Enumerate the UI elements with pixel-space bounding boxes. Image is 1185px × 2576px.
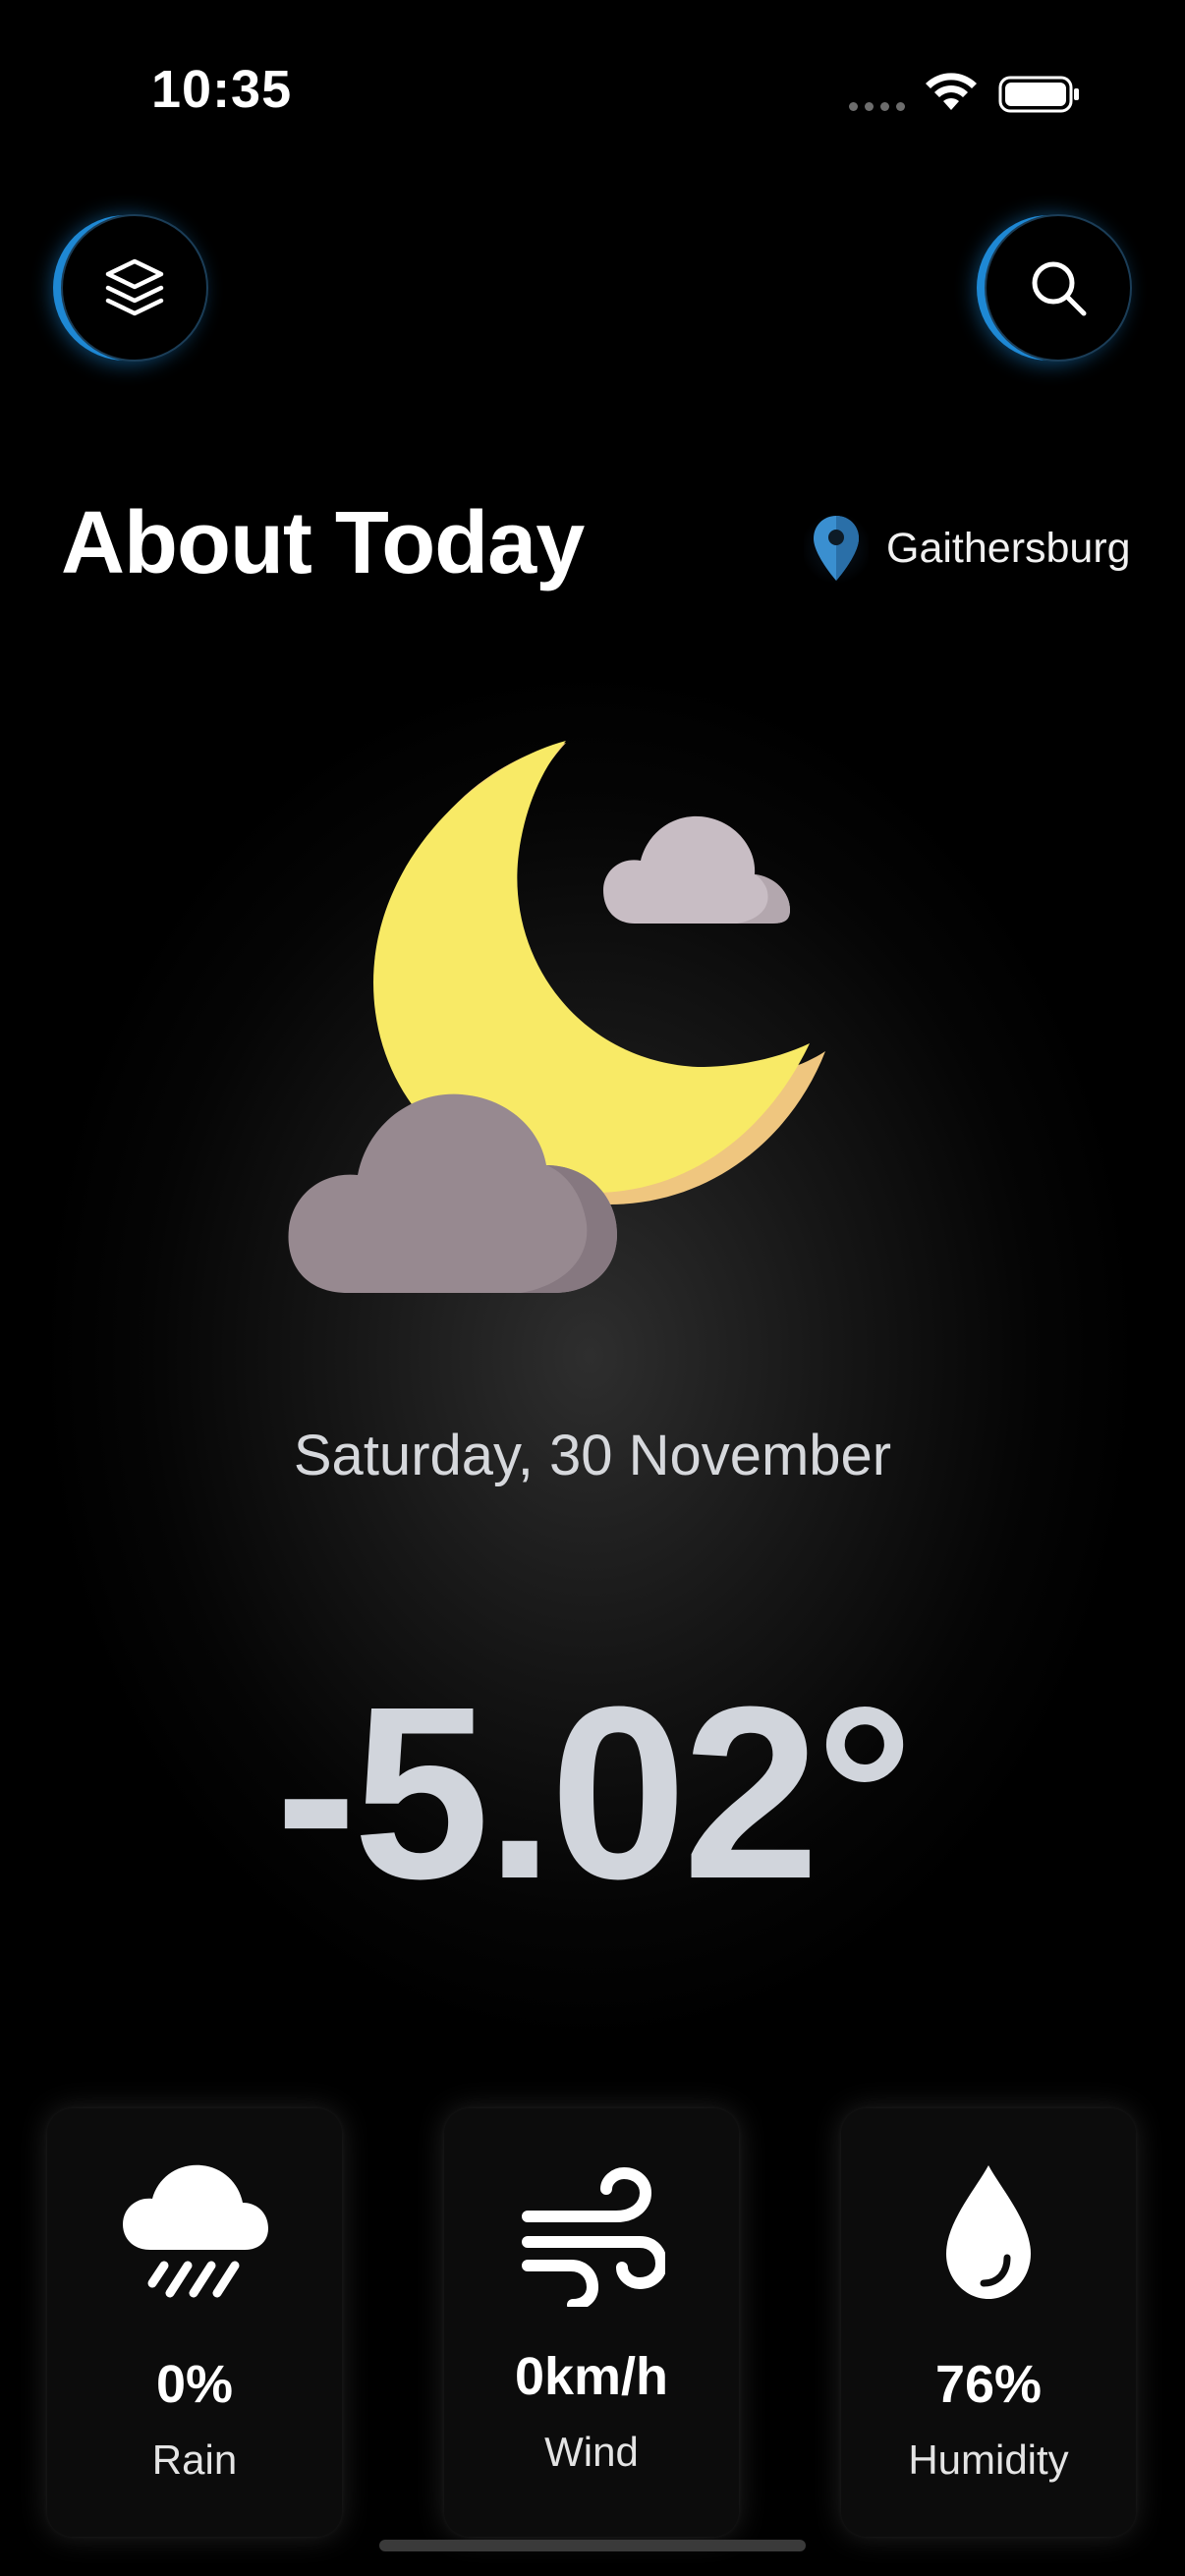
location-button[interactable]: Gaithersburg [804, 509, 1131, 588]
battery-icon [998, 76, 1079, 113]
rain-card: 0% Rain [47, 2108, 342, 2537]
wind-card: 0km/h Wind [444, 2108, 739, 2537]
date-text: Saturday, 30 November [293, 1424, 892, 1487]
search-button[interactable] [985, 214, 1132, 362]
rain-cloud-icon [123, 2164, 268, 2298]
page-title: About Today [61, 494, 585, 592]
humidity-value: 76% [934, 2355, 1043, 2414]
wind-icon [522, 2166, 665, 2307]
layers-icon [105, 258, 164, 316]
location-name: Gaithersburg [886, 524, 1131, 572]
wind-value: 0km/h [514, 2347, 669, 2406]
layers-button[interactable] [61, 214, 208, 362]
rain-value: 0% [155, 2355, 234, 2414]
moon-with-clouds-icon [288, 741, 825, 1293]
wind-label: Wind [544, 2429, 639, 2475]
rain-label: Rain [151, 2436, 238, 2483]
weather-screen: 10:35 About Today Gaithersburg Saturday,… [0, 0, 1185, 2576]
water-drop-icon [946, 2165, 1031, 2299]
map-pin-icon [814, 516, 859, 581]
humidity-card: 76% Humidity [841, 2108, 1136, 2537]
search-icon [1032, 261, 1087, 316]
cellular-dots-icon [849, 102, 905, 111]
humidity-label: Humidity [908, 2436, 1069, 2483]
temperature-value: -5.02° [275, 1655, 914, 1930]
status-time: 10:35 [151, 60, 293, 119]
wifi-icon [926, 73, 977, 110]
home-indicator[interactable] [379, 2540, 806, 2551]
